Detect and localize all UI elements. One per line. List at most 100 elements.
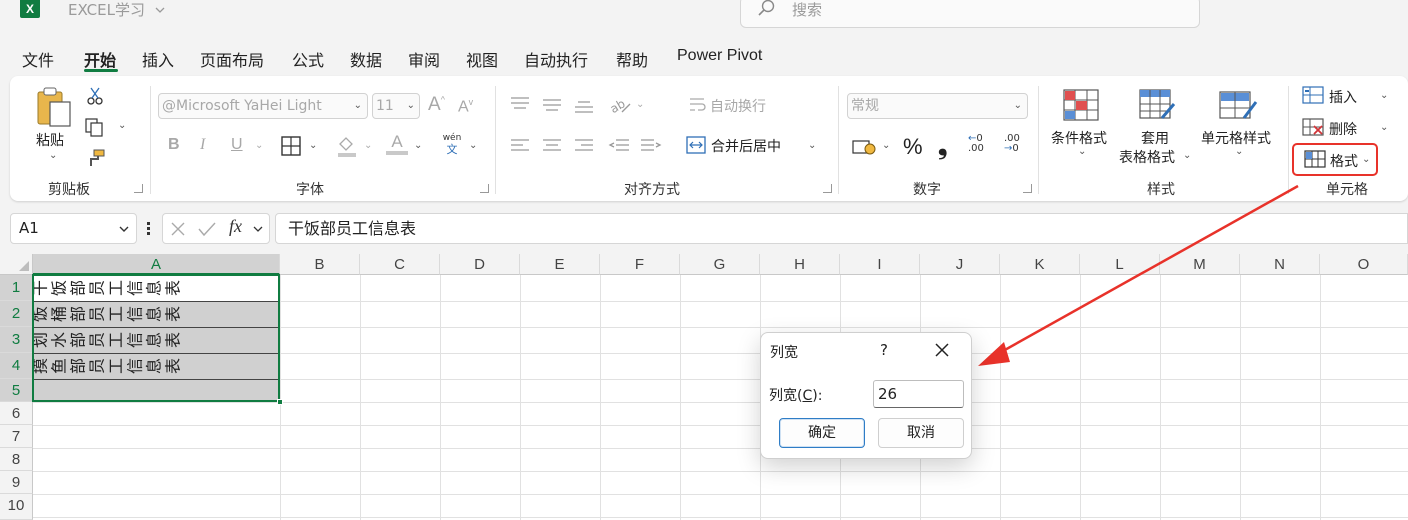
align-bottom-icon[interactable] xyxy=(574,96,594,114)
cell-styles-icon[interactable] xyxy=(1218,88,1258,122)
chevron-down-icon[interactable] xyxy=(252,224,264,234)
delete-dropdown-caret[interactable]: ⌄ xyxy=(1380,122,1388,133)
column-header[interactable]: I xyxy=(840,254,920,275)
tab-power-pivot[interactable]: Power Pivot xyxy=(677,47,762,71)
merge-center-label[interactable]: 合并后居中 xyxy=(711,136,781,156)
borders-icon[interactable] xyxy=(280,135,302,157)
tab-insert[interactable]: 插入 xyxy=(142,47,174,71)
accounting-dropdown-caret[interactable]: ⌄ xyxy=(882,140,890,151)
row-header[interactable]: 6 xyxy=(0,402,33,425)
help-button[interactable]: ? xyxy=(880,341,888,359)
cell-styles-label[interactable]: 单元格样式 xyxy=(1201,128,1271,148)
column-header-A[interactable]: A xyxy=(33,254,280,275)
row-header[interactable]: 7 xyxy=(0,425,33,448)
ok-button[interactable]: 确定 xyxy=(779,418,865,448)
close-icon[interactable] xyxy=(932,340,952,360)
percent-style-button[interactable]: % xyxy=(903,134,923,160)
row-header[interactable]: 9 xyxy=(0,471,33,494)
insert-cells-label[interactable]: 插入 xyxy=(1329,87,1357,107)
column-header[interactable]: B xyxy=(280,254,360,275)
fill-handle[interactable] xyxy=(277,399,283,405)
formula-bar-splitter[interactable] xyxy=(147,220,151,238)
tab-help[interactable]: 帮助 xyxy=(616,47,648,71)
phonetic-dropdown-caret[interactable]: ⌄ xyxy=(469,140,477,151)
merge-center-icon[interactable] xyxy=(686,136,706,154)
clipboard-launcher-icon[interactable] xyxy=(134,184,143,193)
align-left-icon[interactable] xyxy=(510,138,530,154)
column-width-input[interactable]: 26 xyxy=(873,380,964,408)
cancel-formula-icon[interactable] xyxy=(170,221,186,237)
increase-decimal-button[interactable]: ←0.00 xyxy=(968,134,994,154)
align-right-icon[interactable] xyxy=(574,138,594,154)
row-header[interactable]: 8 xyxy=(0,448,33,471)
italic-button[interactable]: I xyxy=(200,136,205,154)
format-as-table-label-2[interactable]: 表格格式 xyxy=(1119,147,1175,167)
decrease-indent-icon[interactable] xyxy=(608,138,630,154)
font-color-button[interactable]: A xyxy=(386,132,408,158)
decrease-decimal-button[interactable]: .00 →0 xyxy=(1004,134,1030,154)
font-name-select[interactable]: @Microsoft YaHei Light ⌄ xyxy=(158,93,368,119)
font-color-dropdown-caret[interactable]: ⌄ xyxy=(414,140,422,151)
bold-button[interactable]: B xyxy=(168,136,180,154)
borders-dropdown-caret[interactable]: ⌄ xyxy=(309,140,317,151)
paste-dropdown-caret[interactable]: ⌄ xyxy=(49,150,57,161)
paste-label[interactable]: 粘贴 xyxy=(36,130,64,150)
column-header[interactable]: D xyxy=(440,254,520,275)
delete-cells-label[interactable]: 删除 xyxy=(1329,119,1357,139)
file-title[interactable]: EXCEL学习 xyxy=(68,0,166,20)
orientation-icon[interactable]: ab xyxy=(608,94,632,116)
tab-page-layout[interactable]: 页面布局 xyxy=(200,47,264,71)
paste-icon[interactable] xyxy=(36,86,74,128)
conditional-formatting-icon[interactable] xyxy=(1062,88,1100,122)
cut-icon[interactable] xyxy=(86,86,104,106)
delete-cells-icon[interactable] xyxy=(1302,118,1324,136)
tab-file[interactable]: 文件 xyxy=(22,47,54,71)
row-header[interactable]: 3 xyxy=(0,327,33,353)
format-as-table-label-1[interactable]: 套用 xyxy=(1141,128,1169,148)
grow-font-button[interactable]: A^ xyxy=(428,94,445,116)
tab-data[interactable]: 数据 xyxy=(350,47,382,71)
insert-function-button[interactable]: fx xyxy=(229,216,242,237)
copy-dropdown-caret[interactable]: ⌄ xyxy=(118,120,126,131)
row-header[interactable]: 1 xyxy=(0,275,33,301)
tab-automate[interactable]: 自动执行 xyxy=(524,47,588,71)
name-box[interactable]: A1 xyxy=(10,213,137,244)
format-as-table-icon[interactable] xyxy=(1138,88,1176,122)
align-center-icon[interactable] xyxy=(542,138,562,154)
enter-formula-icon[interactable] xyxy=(198,221,216,237)
underline-dropdown-caret[interactable]: ⌄ xyxy=(255,140,263,151)
table-format-dropdown-caret[interactable]: ⌄ xyxy=(1183,150,1191,161)
font-launcher-icon[interactable] xyxy=(480,184,489,193)
column-header[interactable]: O xyxy=(1320,254,1408,275)
number-format-select[interactable]: 常规 ⌄ xyxy=(847,93,1028,119)
alignment-launcher-icon[interactable] xyxy=(823,184,832,193)
select-all-button[interactable] xyxy=(0,254,33,275)
column-header[interactable]: F xyxy=(600,254,680,275)
phonetic-guide-button[interactable]: wén 文 xyxy=(440,133,464,157)
cancel-button[interactable]: 取消 xyxy=(878,418,964,448)
tab-view[interactable]: 视图 xyxy=(466,47,498,71)
accounting-format-icon[interactable] xyxy=(852,138,876,156)
column-header[interactable]: C xyxy=(360,254,440,275)
tab-review[interactable]: 审阅 xyxy=(408,47,440,71)
tab-home[interactable]: 开始 xyxy=(84,47,116,71)
cond-format-dropdown-caret[interactable]: ⌄ xyxy=(1078,146,1086,157)
align-top-icon[interactable] xyxy=(510,96,530,112)
insert-dropdown-caret[interactable]: ⌄ xyxy=(1380,90,1388,101)
wrap-text-label[interactable]: 自动换行 xyxy=(710,96,766,116)
shrink-font-button[interactable]: Av xyxy=(458,97,473,116)
row-header[interactable]: 10 xyxy=(0,494,33,520)
column-header[interactable]: H xyxy=(760,254,840,275)
fill-color-dropdown-caret[interactable]: ⌄ xyxy=(364,140,372,151)
insert-cells-icon[interactable] xyxy=(1302,86,1324,104)
tab-formulas[interactable]: 公式 xyxy=(292,47,324,71)
align-middle-icon[interactable] xyxy=(542,96,562,112)
row-header[interactable]: 2 xyxy=(0,301,33,327)
conditional-formatting-label[interactable]: 条件格式 xyxy=(1051,128,1107,148)
underline-button[interactable]: U xyxy=(231,136,243,154)
font-size-select[interactable]: 11 ⌄ xyxy=(372,93,420,119)
comma-style-button[interactable]: ❟ xyxy=(938,132,947,160)
increase-indent-icon[interactable] xyxy=(640,138,662,154)
column-header[interactable]: G xyxy=(680,254,760,275)
cell-styles-dropdown-caret[interactable]: ⌄ xyxy=(1235,146,1243,157)
